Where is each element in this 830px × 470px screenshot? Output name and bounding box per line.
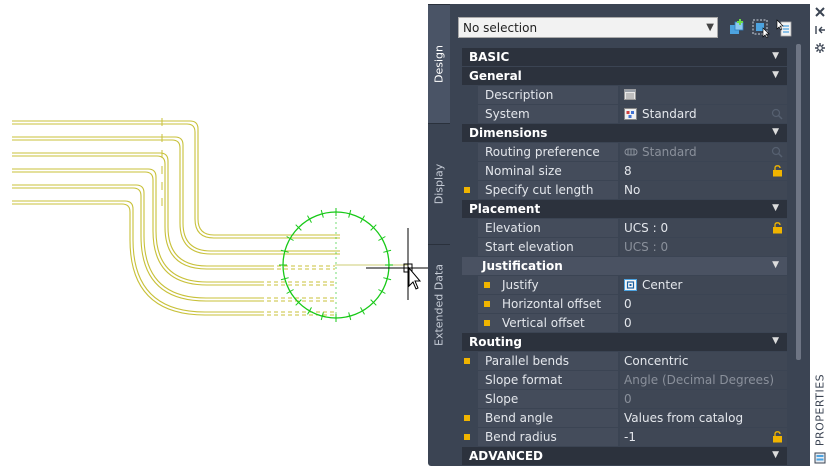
lock-icon[interactable] — [772, 431, 783, 443]
collapse-icon: ▼ — [772, 450, 779, 460]
palette-content: No selection ▼ BASIC ▼ General ▼ Descrip… — [451, 4, 810, 466]
quick-select-icon[interactable] — [751, 18, 771, 38]
asterisk-icon — [484, 282, 490, 288]
description-editor-icon[interactable] — [624, 89, 636, 100]
asterisk-icon — [484, 320, 490, 326]
circle-tick — [378, 289, 386, 294]
category-justification[interactable]: Justification ▼ — [462, 257, 787, 275]
asterisk-icon — [464, 415, 470, 421]
circle-tick — [378, 236, 386, 241]
property-row-justify[interactable]: Justify Center — [462, 276, 787, 294]
property-row-vertical-offset[interactable]: Vertical offset 0 — [462, 314, 787, 332]
property-list: BASIC ▼ General ▼ Description System Sta… — [462, 48, 787, 466]
auto-hide-icon[interactable] — [814, 24, 826, 36]
collapse-icon: ▼ — [772, 127, 779, 137]
property-row-system[interactable]: System Standard — [462, 105, 787, 123]
collapse-icon: ▼ — [772, 203, 779, 213]
asterisk-icon — [484, 301, 490, 307]
property-row-description[interactable]: Description — [462, 86, 787, 104]
property-row-parallel-bends[interactable]: Parallel bends Concentric — [462, 352, 787, 370]
mouse-pointer-icon — [408, 266, 422, 290]
circle-tick — [307, 215, 312, 223]
add-selection-icon[interactable] — [727, 18, 747, 38]
asterisk-icon — [464, 187, 470, 193]
property-row-slope[interactable]: Slope 0 — [462, 390, 787, 408]
circle-tick — [360, 215, 365, 223]
section-advanced[interactable]: ADVANCED ▼ — [462, 447, 787, 465]
properties-palette: Design Display Extended Data No selectio… — [428, 4, 810, 466]
property-row-slope-format[interactable]: Slope format Angle (Decimal Degrees) — [462, 371, 787, 389]
property-row-start-elevation[interactable]: Start elevation UCS : 0 — [462, 238, 787, 256]
palette-title-bar: PROPERTIES — [810, 0, 830, 470]
collapse-icon: ▼ — [772, 51, 779, 61]
property-row-specify-cut-length[interactable]: Specify cut length No — [462, 181, 787, 199]
tab-display[interactable]: Display — [428, 123, 450, 244]
chevron-down-icon: ▼ — [706, 22, 714, 33]
close-icon[interactable] — [814, 6, 826, 18]
property-row-routing-preference[interactable]: Routing preference Standard — [462, 143, 787, 161]
circle-tick — [286, 289, 294, 294]
section-basic[interactable]: BASIC ▼ — [462, 48, 787, 66]
justify-center-icon — [624, 279, 637, 291]
routing-preference-icon — [624, 148, 638, 156]
property-row-elevation[interactable]: Elevation UCS : 0 — [462, 219, 787, 237]
toggle-pickadd-icon[interactable] — [775, 18, 795, 38]
collapse-icon: ▼ — [772, 70, 779, 80]
collapse-icon: ▼ — [772, 260, 779, 270]
property-row-bend-angle[interactable]: Bend angle Values from catalog — [462, 409, 787, 427]
circle-tick — [307, 307, 312, 315]
scrollbar-thumb[interactable] — [796, 44, 801, 360]
pipe-bundle — [12, 120, 340, 316]
property-row-bend-radius[interactable]: Bend radius -1 — [462, 428, 787, 446]
palette-tabs: Design Display Extended Data — [428, 4, 450, 365]
tab-design[interactable]: Design — [428, 4, 450, 123]
asterisk-icon — [464, 434, 470, 440]
selection-value: No selection — [463, 21, 538, 35]
lock-icon[interactable] — [772, 165, 783, 177]
crosshair-cursor — [366, 228, 428, 300]
drawing-canvas[interactable] — [0, 0, 440, 470]
palette-icon — [814, 452, 826, 464]
category-general[interactable]: General ▼ — [462, 67, 787, 85]
pipe-dashed-ends — [260, 265, 335, 316]
category-placement[interactable]: Placement ▼ — [462, 200, 787, 218]
selection-dropdown[interactable]: No selection ▼ — [458, 17, 718, 38]
lock-icon[interactable] — [772, 222, 783, 234]
tab-extended-data[interactable]: Extended Data — [428, 244, 450, 365]
palette-settings-icon[interactable] — [814, 42, 826, 54]
search-icon[interactable] — [771, 146, 783, 158]
collapse-icon: ▼ — [772, 336, 779, 346]
property-row-nominal-size[interactable]: Nominal size 8 — [462, 162, 787, 180]
scrollbar[interactable] — [792, 42, 806, 364]
system-icon — [624, 108, 637, 120]
property-row-horizontal-offset[interactable]: Horizontal offset 0 — [462, 295, 787, 313]
category-dimensions[interactable]: Dimensions ▼ — [462, 124, 787, 142]
category-routing[interactable]: Routing ▼ — [462, 333, 787, 351]
palette-title: PROPERTIES — [813, 373, 827, 447]
circle-tick — [360, 307, 365, 315]
asterisk-icon — [464, 358, 470, 364]
search-icon[interactable] — [771, 108, 783, 120]
